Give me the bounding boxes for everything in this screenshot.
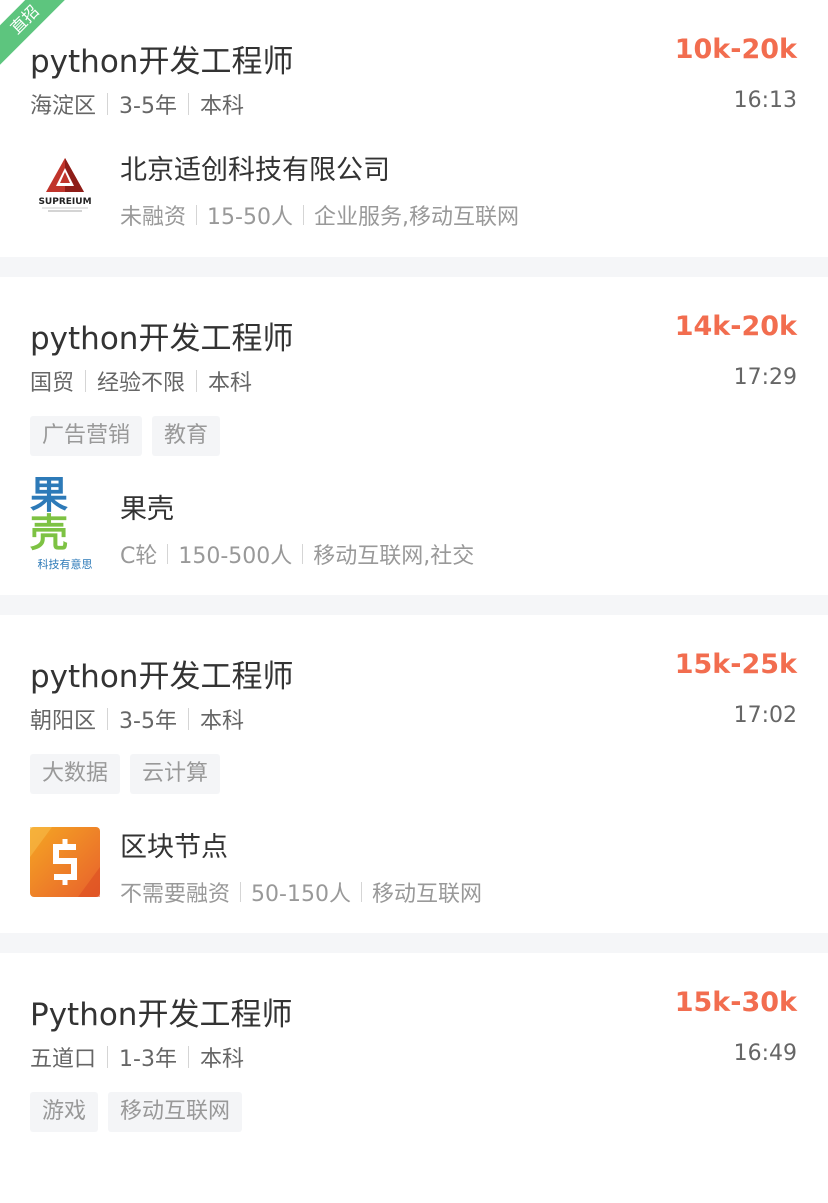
logo-char: 壳: [30, 511, 68, 555]
job-tag: 游戏: [30, 1092, 99, 1132]
divider: [302, 544, 304, 564]
job-location: 五道口: [30, 1047, 97, 1072]
company-info: 区块节点 不需要融资 50-150人 移动互联网: [120, 827, 482, 908]
divider: [187, 708, 189, 730]
company-industry: 移动互联网: [371, 882, 482, 907]
job-salary: 14k-20k: [674, 311, 797, 342]
divider: [107, 708, 109, 730]
divider: [167, 544, 169, 564]
company-industry: 企业服务,移动互联网: [313, 205, 519, 230]
company-name: 区块节点: [120, 832, 228, 863]
company-info: 北京适创科技有限公司 未融资 15-50人 企业服务,移动互联网: [120, 150, 519, 231]
job-experience: 1-3年: [119, 1047, 177, 1072]
job-tags: 游戏 移动互联网: [30, 1092, 243, 1132]
company-industry: 移动互联网,社交: [313, 544, 475, 569]
supreium-logo-icon: SUPREIUM: [30, 150, 100, 220]
company-funding: 未融资: [120, 205, 187, 230]
company-name: 果壳: [120, 494, 174, 525]
divider: [360, 882, 362, 902]
company-row[interactable]: 区块节点 不需要融资 50-150人 移动互联网: [30, 827, 482, 908]
job-card[interactable]: python开发工程师 15k-25k 朝阳区 3-5年 本科 17:02 大数…: [0, 615, 828, 933]
divider: [302, 205, 304, 225]
company-name: 北京适创科技有限公司: [120, 155, 390, 186]
job-tag: 广告营销: [30, 416, 143, 456]
company-funding: C轮: [120, 544, 158, 569]
company-size: 50-150人: [251, 882, 351, 907]
job-experience: 3-5年: [119, 94, 177, 119]
divider: [187, 93, 189, 115]
job-education: 本科: [199, 709, 244, 734]
job-tags: 广告营销 教育: [30, 416, 221, 456]
job-meta: 国贸 经验不限 本科: [30, 365, 252, 397]
job-location: 朝阳区: [30, 709, 97, 734]
job-tag: 教育: [152, 416, 221, 456]
company-meta: 不需要融资 50-150人 移动互联网: [120, 876, 482, 908]
guoke-logo-icon: 果壳 科技有意思: [30, 476, 100, 571]
divider: [187, 1046, 189, 1068]
divider: [107, 93, 109, 115]
company-row[interactable]: 果壳 科技有意思 果壳 C轮 150-500人 移动互联网,社交: [30, 476, 474, 571]
job-time: 17:29: [733, 365, 797, 390]
divider: [240, 882, 242, 902]
job-card[interactable]: 直招 python开发工程师 10k-20k 海淀区 3-5年 本科 16:13…: [0, 0, 828, 257]
job-meta: 海淀区 3-5年 本科: [30, 88, 244, 120]
divider: [107, 1046, 109, 1068]
company-info: 果壳 C轮 150-500人 移动互联网,社交: [120, 489, 474, 570]
job-experience: 3-5年: [119, 709, 177, 734]
job-location: 国贸: [30, 371, 75, 396]
job-salary: 15k-25k: [674, 649, 797, 680]
job-title: Python开发工程师: [30, 997, 293, 1033]
company-meta: 未融资 15-50人 企业服务,移动互联网: [120, 199, 519, 231]
job-tag: 移动互联网: [108, 1092, 243, 1132]
job-title: python开发工程师: [30, 659, 294, 695]
company-row[interactable]: SUPREIUM 北京适创科技有限公司 未融资 15-50人 企业服务,移动互联…: [30, 150, 519, 231]
logo-subtitle: 科技有意思: [37, 558, 93, 571]
company-size: 150-500人: [178, 544, 293, 569]
job-card[interactable]: Python开发工程师 15k-30k 五道口 1-3年 本科 16:49 游戏…: [0, 953, 828, 1203]
job-salary: 10k-20k: [674, 34, 797, 65]
company-meta: C轮 150-500人 移动互联网,社交: [120, 538, 474, 570]
job-meta: 五道口 1-3年 本科: [30, 1041, 244, 1073]
job-list: 直招 python开发工程师 10k-20k 海淀区 3-5年 本科 16:13…: [0, 0, 828, 1203]
job-card[interactable]: python开发工程师 14k-20k 国贸 经验不限 本科 17:29 广告营…: [0, 277, 828, 595]
job-education: 本科: [208, 371, 253, 396]
divider: [85, 370, 87, 392]
job-title: python开发工程师: [30, 44, 294, 80]
blockchain-node-logo-icon: [30, 827, 100, 897]
job-meta: 朝阳区 3-5年 本科: [30, 703, 244, 735]
company-size: 15-50人: [207, 205, 293, 230]
job-location: 海淀区: [30, 94, 97, 119]
job-title: python开发工程师: [30, 321, 294, 357]
divider: [196, 205, 198, 225]
job-education: 本科: [199, 1047, 244, 1072]
job-time: 17:02: [733, 703, 797, 728]
job-tag: 云计算: [130, 754, 221, 794]
job-education: 本科: [199, 94, 244, 119]
job-salary: 15k-30k: [674, 987, 797, 1018]
job-experience: 经验不限: [97, 371, 186, 396]
job-time: 16:13: [733, 88, 797, 113]
company-funding: 不需要融资: [120, 882, 231, 907]
job-tags: 大数据 云计算: [30, 754, 221, 794]
divider: [196, 370, 198, 392]
logo-wordmark: SUPREIUM: [38, 197, 91, 207]
job-tag: 大数据: [30, 754, 121, 794]
job-time: 16:49: [733, 1041, 797, 1066]
